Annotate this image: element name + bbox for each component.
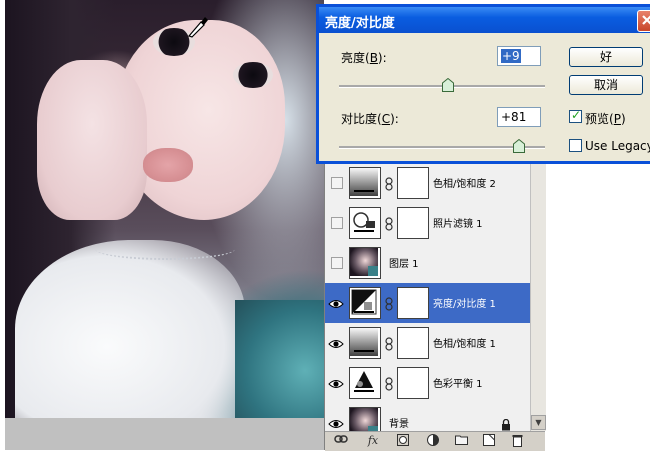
layers-panel: 色相/饱和度 2 照片滤镜 1 图层 1 亮度/对比度 1 色相/饱和度 1 色彩平衡 1…: [324, 163, 546, 451]
layers-scrollbar[interactable]: ▼: [530, 163, 546, 431]
chain-link-icon[interactable]: [385, 176, 393, 191]
trash-icon[interactable]: [509, 434, 525, 448]
brightness-slider-thumb[interactable]: [442, 78, 455, 92]
layer-name: 亮度/对比度 1: [433, 299, 496, 310]
layer-mask-thumb[interactable]: [397, 327, 429, 359]
mask-icon[interactable]: [395, 434, 411, 448]
fx-icon[interactable]: fx: [365, 434, 381, 448]
contrast-value: +81: [501, 110, 527, 124]
visibility-toggle[interactable]: [331, 217, 343, 229]
contrast-slider-thumb[interactable]: [512, 139, 525, 153]
brightness-input[interactable]: +9: [497, 46, 541, 66]
close-icon: [642, 15, 650, 25]
chain-link-icon[interactable]: [385, 296, 393, 311]
layer-name: 色相/饱和度 1: [433, 339, 496, 350]
layers-footer: fx: [325, 431, 545, 451]
photo-lips: [143, 148, 193, 182]
layer-name: 图层 1: [389, 259, 419, 270]
layer-name: 背景: [389, 419, 409, 430]
layer-row[interactable]: 色彩平衡 1: [325, 363, 530, 404]
eye-icon[interactable]: [328, 416, 344, 430]
canvas-pasteboard: [5, 418, 324, 450]
photo-canvas[interactable]: [5, 0, 324, 418]
link-icon[interactable]: [333, 434, 349, 448]
layer-name: 色相/饱和度 2: [433, 179, 496, 190]
layer-row[interactable]: 色相/饱和度 1: [325, 323, 530, 364]
photo-lace: [15, 240, 245, 418]
preview-label: 预览(P): [585, 112, 626, 126]
photo-teal-fabric: [235, 300, 324, 418]
layer-name: 照片滤镜 1: [433, 219, 483, 230]
new-layer-icon[interactable]: [481, 434, 497, 448]
close-button[interactable]: [637, 10, 650, 32]
dialog-title: 亮度/对比度: [325, 16, 395, 31]
layer-name: 色彩平衡 1: [433, 379, 483, 390]
hue-saturation-icon[interactable]: [349, 167, 381, 199]
photo-eye-right: [233, 62, 273, 88]
preview-checkbox[interactable]: ✓: [569, 108, 582, 123]
lock-icon: [501, 416, 511, 431]
brightness-contrast-icon[interactable]: [349, 287, 381, 319]
dialog-title-bar[interactable]: 亮度/对比度: [319, 7, 650, 33]
cancel-button[interactable]: 取消: [569, 75, 643, 95]
photo-thumb[interactable]: [349, 247, 381, 279]
checkmark-icon: ✓: [571, 108, 582, 122]
layer-mask-thumb[interactable]: [397, 287, 429, 319]
hue-saturation-icon[interactable]: [349, 327, 381, 359]
scroll-down-arrow-icon[interactable]: ▼: [531, 415, 546, 430]
contrast-input[interactable]: +81: [497, 107, 541, 127]
color-balance-icon[interactable]: [349, 367, 381, 399]
layer-row[interactable]: 亮度/对比度 1: [325, 283, 530, 324]
use-legacy-checkbox[interactable]: [569, 139, 582, 152]
folder-icon[interactable]: [453, 434, 469, 448]
brightness-contrast-dialog: 亮度/对比度 亮度(B): +9 对比度(C): +81 好 取消 ✓ 预览(P…: [316, 4, 650, 164]
layer-mask-thumb[interactable]: [397, 367, 429, 399]
brightness-value: +9: [501, 49, 521, 63]
photo-necklace: [95, 238, 235, 260]
photo-filter-icon[interactable]: [349, 207, 381, 239]
eyedropper-cursor-icon: [187, 17, 208, 38]
contrast-label: 对比度(C):: [341, 112, 399, 126]
brightness-label: 亮度(B):: [341, 51, 387, 65]
chain-link-icon[interactable]: [385, 216, 393, 231]
eye-icon[interactable]: [328, 296, 344, 310]
adjustment-icon[interactable]: [425, 434, 441, 448]
photo-hand: [37, 60, 147, 220]
eye-icon[interactable]: [328, 376, 344, 390]
visibility-toggle[interactable]: [331, 177, 343, 189]
layer-mask-thumb[interactable]: [397, 167, 429, 199]
layer-row[interactable]: 照片滤镜 1: [325, 203, 530, 244]
visibility-toggle[interactable]: [331, 257, 343, 269]
use-legacy-label: Use Legacy: [585, 139, 650, 153]
layer-mask-thumb[interactable]: [397, 207, 429, 239]
layer-row[interactable]: 色相/饱和度 2: [325, 163, 530, 204]
eye-icon[interactable]: [328, 336, 344, 350]
ok-button[interactable]: 好: [569, 47, 643, 67]
chain-link-icon[interactable]: [385, 336, 393, 351]
layer-row[interactable]: 图层 1: [325, 243, 530, 284]
chain-link-icon[interactable]: [385, 376, 393, 391]
